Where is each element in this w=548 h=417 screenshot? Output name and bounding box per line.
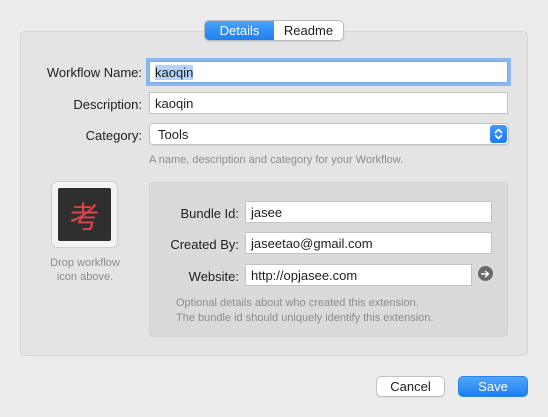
tab-bar: Details Readme — [204, 20, 344, 41]
created-by-label: Created By: — [170, 237, 239, 252]
drop-hint-line2: icon above. — [56, 271, 114, 283]
website-label: Website: — [188, 269, 239, 284]
creator-hint-line2: The bundle id should uniquely identify t… — [176, 312, 434, 324]
bundle-id-label: Bundle Id: — [180, 206, 239, 221]
open-website-arrow-icon[interactable] — [478, 266, 493, 281]
bundle-id-field[interactable]: jasee — [245, 201, 492, 223]
workflow-icon: 考 — [58, 188, 111, 241]
cancel-button[interactable]: Cancel — [376, 376, 445, 397]
description-label: Description: — [73, 97, 142, 112]
category-select[interactable]: Tools — [149, 123, 509, 145]
tab-details[interactable]: Details — [205, 21, 274, 40]
description-field[interactable]: kaoqin — [149, 92, 508, 114]
created-by-value: jaseetao@gmail.com — [251, 235, 373, 251]
website-value: http://opjasee.com — [251, 267, 358, 283]
drop-hint-line1: Drop workflow — [50, 257, 120, 269]
category-label: Category: — [85, 128, 142, 143]
chevron-updown-icon — [490, 125, 507, 143]
bundle-id-value: jasee — [251, 204, 283, 220]
website-field[interactable]: http://opjasee.com — [245, 264, 472, 286]
created-by-field[interactable]: jaseetao@gmail.com — [245, 232, 492, 254]
form-hint: A name, description and category for you… — [149, 154, 404, 166]
description-value: kaoqin — [155, 95, 194, 111]
drop-icon-hint: Drop workflow icon above. — [37, 256, 133, 284]
tab-readme[interactable]: Readme — [274, 21, 343, 40]
creator-hint: Optional details about who created this … — [176, 296, 433, 326]
workflow-icon-well[interactable]: 考 — [51, 181, 118, 248]
workflow-name-label: Workflow Name: — [46, 65, 142, 80]
category-value: Tools — [158, 126, 189, 142]
creator-hint-line1: Optional details about who created this … — [176, 297, 419, 309]
workflow-name-field[interactable]: kaoqin — [149, 61, 508, 83]
save-button[interactable]: Save — [458, 376, 528, 397]
workflow-name-value: kaoqin — [155, 64, 194, 80]
workflow-icon-glyph: 考 — [69, 200, 100, 236]
